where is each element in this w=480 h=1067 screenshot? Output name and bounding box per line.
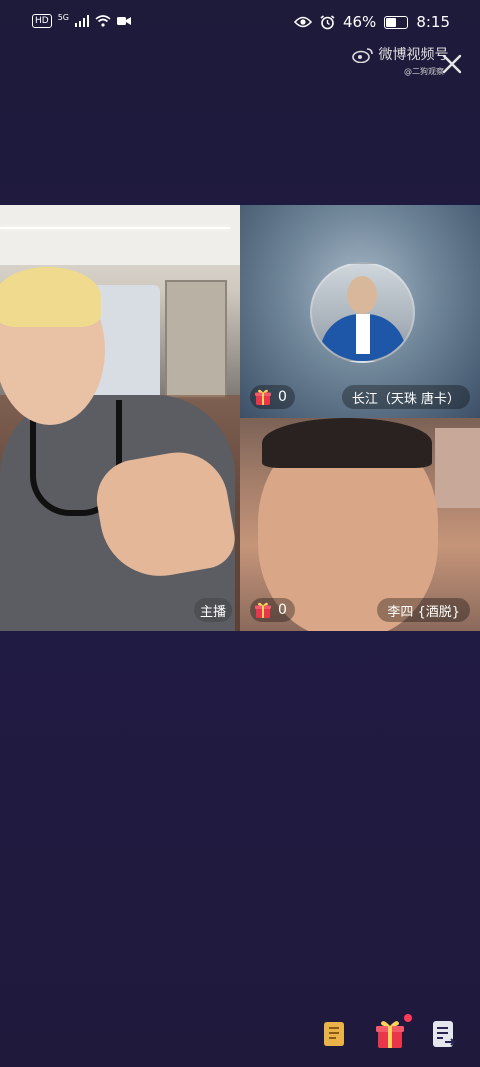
scroll-icon [324, 1022, 344, 1046]
signal-icon [75, 15, 89, 27]
battery-percent: 46% [342, 13, 377, 31]
guest1-video-tile[interactable]: 0 长江（天珠 唐卡） [240, 205, 480, 418]
weibo-watermark: 微博视频号 @二狗观察 [352, 44, 449, 76]
host-role-label: 主播 [193, 598, 232, 622]
guest1-gift-badge[interactable]: 0 [250, 385, 295, 409]
notification-dot [404, 1014, 412, 1022]
ceiling [0, 205, 240, 265]
hd-indicator: HD [32, 14, 52, 28]
guest2-video-tile[interactable]: 0 李四 {酒脱} [240, 418, 480, 631]
guest1-gift-count: 0 [278, 389, 287, 405]
list-share-icon [433, 1021, 456, 1047]
status-bar: HD 5G 46% 8:15 [0, 0, 480, 46]
host-hair [0, 267, 101, 327]
gift-icon [255, 389, 271, 405]
network-label: 5G [57, 12, 69, 22]
guest1-avatar[interactable] [310, 262, 415, 363]
list-share-button[interactable] [424, 1014, 464, 1054]
guest2-gift-badge[interactable]: 0 [250, 598, 295, 622]
guest2-hair [262, 418, 432, 468]
background-shelf [165, 280, 227, 399]
gift-button[interactable] [370, 1014, 412, 1054]
alarm-icon [320, 14, 335, 29]
background-wall [435, 428, 480, 508]
host-video-tile[interactable]: 主播 [0, 205, 240, 631]
gift-icon [255, 602, 271, 618]
gift-icon [376, 1021, 404, 1048]
guest2-name-label[interactable]: 李四 {酒脱} [377, 598, 470, 622]
watermark-brand: 微博视频号 [378, 47, 449, 63]
scroll-button[interactable] [314, 1014, 354, 1054]
wifi-icon [95, 15, 111, 27]
video-camera-icon [117, 17, 131, 25]
guest1-name-label[interactable]: 长江（天珠 唐卡） [341, 385, 470, 409]
eye-icon [293, 16, 312, 28]
watermark-handle: @二狗观察 [404, 67, 444, 76]
close-icon [442, 54, 462, 74]
guest2-gift-count: 0 [278, 602, 287, 618]
clock: 8:15 [416, 13, 450, 31]
close-button[interactable] [440, 52, 464, 76]
battery-icon [384, 15, 409, 29]
weibo-logo-icon [352, 48, 373, 64]
